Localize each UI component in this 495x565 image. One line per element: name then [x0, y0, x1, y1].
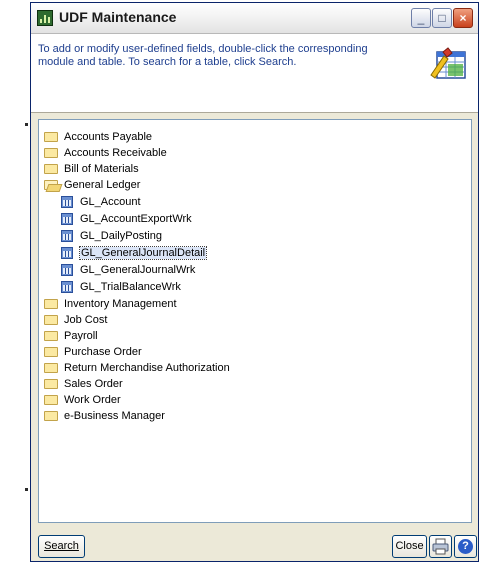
close-window-button[interactable]: × — [453, 8, 473, 28]
close-icon: × — [459, 11, 467, 25]
strip-mark — [25, 123, 28, 126]
tree-item-label: General Ledger — [64, 179, 141, 191]
tree-item-label: Sales Order — [64, 378, 123, 390]
window-title: UDF Maintenance — [59, 9, 177, 25]
folder-icon — [44, 411, 58, 421]
table-item-gl-generaljournaldetail[interactable]: GL_GeneralJournalDetail — [61, 245, 208, 261]
maximize-icon: □ — [438, 11, 446, 25]
title-bar[interactable]: UDF Maintenance _ □ × — [31, 3, 478, 34]
folder-icon — [44, 379, 58, 389]
tree-item-general-ledger[interactable]: General Ledger — [44, 177, 140, 193]
folder-icon — [44, 347, 58, 357]
folder-icon — [44, 299, 58, 309]
tree-item-label: Job Cost — [64, 314, 108, 326]
module-table-tree[interactable]: Accounts Payable Accounts Receivable Bil… — [38, 119, 472, 523]
minimize-button[interactable]: _ — [411, 8, 431, 28]
folder-icon — [44, 363, 58, 373]
table-icon — [61, 281, 73, 293]
tree-item-inventory-management[interactable]: Inventory Management — [44, 296, 177, 312]
search-button-label: Search — [44, 540, 79, 552]
table-icon — [61, 230, 73, 242]
app-icon — [37, 10, 53, 26]
tree-item-accounts-payable[interactable]: Accounts Payable — [44, 129, 152, 145]
wizard-icon — [430, 47, 466, 79]
udf-maintenance-window: UDF Maintenance _ □ × To add or modify u… — [30, 2, 479, 562]
tree-item-label: Work Order — [64, 394, 121, 406]
printer-icon — [432, 538, 449, 555]
maximize-button[interactable]: □ — [432, 8, 452, 28]
tree-item-work-order[interactable]: Work Order — [44, 392, 121, 408]
folder-icon — [44, 315, 58, 325]
folder-icon — [44, 148, 58, 158]
tree-item-label: Inventory Management — [64, 298, 177, 310]
help-icon: ? — [458, 539, 473, 554]
tree-item-label: e-Business Manager — [64, 410, 165, 422]
tree-item-purchase-order[interactable]: Purchase Order — [44, 344, 142, 360]
tree-item-e-business-manager[interactable]: e-Business Manager — [44, 408, 165, 424]
table-item-label: GL_AccountExportWrk — [80, 213, 192, 225]
print-button[interactable] — [429, 535, 452, 558]
table-icon — [61, 247, 73, 259]
table-item-gl-accountexportwrk[interactable]: GL_AccountExportWrk — [61, 211, 192, 227]
tree-item-return-merchandise-authorization[interactable]: Return Merchandise Authorization — [44, 360, 230, 376]
header-area: To add or modify user-defined fields, do… — [31, 34, 478, 113]
tree-item-label: Accounts Payable — [64, 131, 153, 143]
tree-item-label: Purchase Order — [64, 346, 142, 358]
table-item-label: GL_GeneralJournalWrk — [80, 264, 196, 276]
tree-item-accounts-receivable[interactable]: Accounts Receivable — [44, 145, 167, 161]
table-item-gl-trialbalancewrk[interactable]: GL_TrialBalanceWrk — [61, 279, 181, 295]
close-button-label: Close — [395, 540, 424, 552]
table-icon — [61, 196, 73, 208]
background-strip — [0, 0, 30, 565]
search-button[interactable]: Search — [38, 535, 85, 558]
selected-table-label: GL_GeneralJournalDetail — [78, 246, 208, 260]
minimize-icon: _ — [417, 11, 425, 25]
tree-item-job-cost[interactable]: Job Cost — [44, 312, 107, 328]
help-button[interactable]: ? — [454, 535, 477, 558]
tree-item-label: Accounts Receivable — [64, 147, 167, 159]
folder-icon — [44, 331, 58, 341]
table-item-gl-generaljournalwrk[interactable]: GL_GeneralJournalWrk — [61, 262, 195, 278]
folder-icon — [44, 164, 58, 174]
table-icon — [61, 264, 73, 276]
instructions-text: To add or modify user-defined fields, do… — [38, 43, 368, 68]
folder-icon — [44, 395, 58, 405]
tree-item-bill-of-materials[interactable]: Bill of Materials — [44, 161, 139, 177]
tree-item-label: Bill of Materials — [64, 163, 139, 175]
table-item-label: GL_DailyPosting — [80, 230, 162, 242]
table-item-gl-account[interactable]: GL_Account — [61, 194, 141, 210]
tree-item-label: Payroll — [64, 330, 98, 342]
table-item-gl-dailyposting[interactable]: GL_DailyPosting — [61, 228, 162, 244]
close-button[interactable]: Close — [392, 535, 427, 558]
tree-item-label: Return Merchandise Authorization — [64, 362, 230, 374]
open-folder-icon — [44, 180, 58, 190]
table-icon — [61, 213, 73, 225]
strip-mark — [25, 488, 28, 491]
table-item-label: GL_Account — [80, 196, 141, 208]
tree-item-payroll[interactable]: Payroll — [44, 328, 98, 344]
tree-item-sales-order[interactable]: Sales Order — [44, 376, 123, 392]
table-item-label: GL_TrialBalanceWrk — [80, 281, 181, 293]
folder-icon — [44, 132, 58, 142]
